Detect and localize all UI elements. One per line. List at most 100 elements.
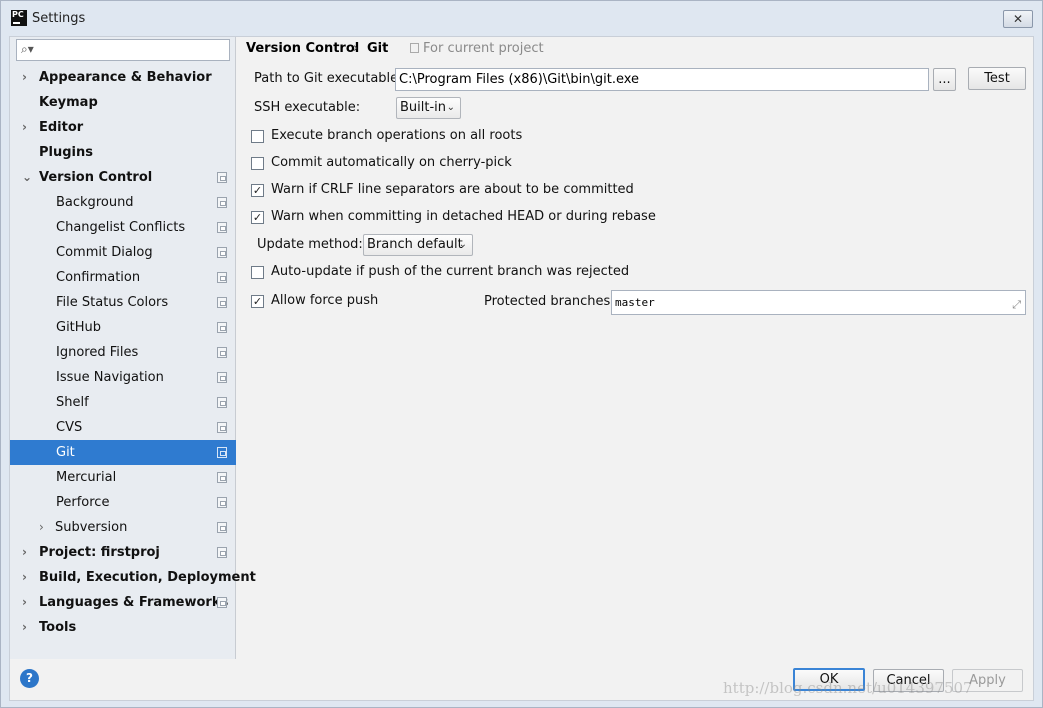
option-checkbox-1[interactable] <box>251 130 264 143</box>
sidebar-item-label: File Status Colors <box>56 295 169 310</box>
chevron-right-icon[interactable]: › <box>22 540 32 565</box>
sidebar-item-label: Issue Navigation <box>56 370 164 385</box>
project-scope-text: For current project <box>423 41 544 56</box>
sidebar-item-appearance-behavior[interactable]: › Appearance & Behavior <box>10 65 236 90</box>
settings-window: PC Settings ✕ ⌕▾ › Appearance & Behavior K… <box>0 0 1043 708</box>
chevron-right-icon[interactable]: › <box>22 565 32 590</box>
project-scope-note: For current project <box>410 41 544 56</box>
option-checkbox-2[interactable] <box>251 157 264 170</box>
title-bar: PC Settings ✕ <box>1 1 1042 37</box>
sidebar-item-mercurial[interactable]: Mercurial <box>10 465 236 490</box>
sidebar-item-label: Tools <box>39 620 77 635</box>
breadcrumb-separator: › <box>353 41 359 56</box>
allow-force-push-label[interactable]: Allow force push <box>271 293 378 308</box>
sidebar-item-label: Perforce <box>56 495 110 510</box>
sidebar-item-label: Keymap <box>39 95 98 110</box>
search-input[interactable]: ⌕▾ <box>16 39 230 61</box>
test-button[interactable]: Test <box>968 67 1026 90</box>
git-settings-panel: Version Control › Git For current projec… <box>237 37 1034 659</box>
option-checkbox-3[interactable]: ✓ <box>251 184 264 197</box>
sidebar-item-changelist-conflicts[interactable]: Changelist Conflicts <box>10 215 236 240</box>
help-button[interactable]: ? <box>20 669 39 688</box>
sidebar-item-issue-navigation[interactable]: Issue Navigation <box>10 365 236 390</box>
update-method-dropdown[interactable]: Branch default ⌄ <box>363 234 473 256</box>
sidebar-item-version-control[interactable]: ⌄ Version Control <box>10 165 236 190</box>
auto-update-checkbox[interactable] <box>251 266 264 279</box>
sidebar-item-label: Plugins <box>39 145 93 160</box>
chevron-down-icon: ⌄ <box>458 239 467 250</box>
protected-branches-input[interactable]: master ⤢ <box>611 290 1026 315</box>
sidebar-item-label: CVS <box>56 420 83 435</box>
sidebar-item-cvs[interactable]: CVS <box>10 415 236 440</box>
project-scope-icon <box>217 447 227 458</box>
option-label-4[interactable]: Warn when committing in detached HEAD or… <box>271 209 656 224</box>
sidebar-item-plugins[interactable]: Plugins <box>10 140 236 165</box>
project-scope-icon <box>217 197 227 208</box>
option-checkbox-4[interactable]: ✓ <box>251 211 264 224</box>
sidebar-item-git[interactable]: Git <box>10 440 236 465</box>
sidebar-item-label: Confirmation <box>56 270 141 285</box>
sidebar-item-label: Build, Execution, Deployment <box>39 570 256 585</box>
expand-icon[interactable]: ⤢ <box>1012 293 1021 314</box>
chevron-right-icon[interactable]: › <box>22 590 32 615</box>
ssh-executable-dropdown[interactable]: Built-in ⌄ <box>396 97 461 119</box>
watermark-text: http://blog.csdn.net/u014397507 <box>723 679 973 697</box>
project-scope-icon <box>217 247 227 258</box>
update-method-value: Branch default <box>367 237 463 252</box>
ssh-executable-label: SSH executable: <box>254 100 361 115</box>
sidebar-item-confirmation[interactable]: Confirmation <box>10 265 236 290</box>
sidebar-item-commit-dialog[interactable]: Commit Dialog <box>10 240 236 265</box>
chevron-down-icon: ⌄ <box>446 102 455 113</box>
project-scope-icon <box>217 272 227 283</box>
sidebar-item-label: Background <box>56 195 134 210</box>
window-title: Settings <box>32 11 86 26</box>
sidebar-item-label: Git <box>56 445 75 460</box>
sidebar-item-languages-frameworks[interactable]: › Languages & Frameworks <box>10 590 236 615</box>
pycharm-app-icon: PC <box>11 10 27 26</box>
update-method-label: Update method: <box>257 237 363 252</box>
chevron-right-icon[interactable]: › <box>22 65 32 90</box>
sidebar-item-label: Appearance & Behavior <box>39 70 212 85</box>
sidebar-item-label: Changelist Conflicts <box>56 220 186 235</box>
chevron-right-icon[interactable]: › <box>22 615 32 640</box>
breadcrumb-git: Git <box>367 41 389 56</box>
sidebar-item-project-firstproj[interactable]: › Project: firstproj <box>10 540 236 565</box>
git-path-label: Path to Git executable: <box>254 71 403 86</box>
auto-update-label[interactable]: Auto-update if push of the current branc… <box>271 264 629 279</box>
search-icon: ⌕▾ <box>21 42 34 56</box>
window-close-button[interactable]: ✕ <box>1003 10 1033 28</box>
chevron-down-icon[interactable]: ⌄ <box>22 165 32 190</box>
sidebar-item-perforce[interactable]: Perforce <box>10 490 236 515</box>
sidebar-item-file-status-colors[interactable]: File Status Colors <box>10 290 236 315</box>
sidebar-item-editor[interactable]: › Editor <box>10 115 236 140</box>
settings-body: ⌕▾ › Appearance & Behavior Keymap › Editor Pl… <box>9 36 1034 659</box>
chevron-right-icon[interactable]: › <box>39 515 49 540</box>
project-scope-icon <box>217 522 227 533</box>
sidebar-item-shelf[interactable]: Shelf <box>10 390 236 415</box>
sidebar-item-ignored-files[interactable]: Ignored Files <box>10 340 236 365</box>
sidebar-item-label: Ignored Files <box>56 345 139 360</box>
option-label-3[interactable]: Warn if CRLF line separators are about t… <box>271 182 634 197</box>
settings-sidebar: ⌕▾ › Appearance & Behavior Keymap › Editor Pl… <box>10 37 256 659</box>
sidebar-item-build-execution-deployment[interactable]: › Build, Execution, Deployment <box>10 565 256 590</box>
sidebar-item-keymap[interactable]: Keymap <box>10 90 236 115</box>
breadcrumb-version-control[interactable]: Version Control <box>246 41 359 56</box>
git-path-input[interactable]: C:\Program Files (x86)\Git\bin\git.exe <box>395 68 929 91</box>
project-scope-icon <box>217 372 227 383</box>
browse-button[interactable]: ... <box>933 68 956 91</box>
project-scope-icon <box>217 547 227 558</box>
sidebar-item-github[interactable]: GitHub <box>10 315 236 340</box>
option-label-2[interactable]: Commit automatically on cherry-pick <box>271 155 512 170</box>
protected-branches-value: master <box>615 296 655 309</box>
chevron-right-icon[interactable]: › <box>22 115 32 140</box>
sidebar-item-label: Shelf <box>56 395 89 410</box>
sidebar-item-label: Languages & Frameworks <box>39 595 229 610</box>
project-scope-icon <box>217 322 227 333</box>
allow-force-push-checkbox[interactable]: ✓ <box>251 295 264 308</box>
sidebar-item-tools[interactable]: › Tools <box>10 615 236 640</box>
sidebar-item-label: Commit Dialog <box>56 245 153 260</box>
sidebar-item-background[interactable]: Background <box>10 190 236 215</box>
sidebar-item-label: Editor <box>39 120 84 135</box>
sidebar-item-subversion[interactable]: › Subversion <box>10 515 236 540</box>
option-label-1[interactable]: Execute branch operations on all roots <box>271 128 522 143</box>
